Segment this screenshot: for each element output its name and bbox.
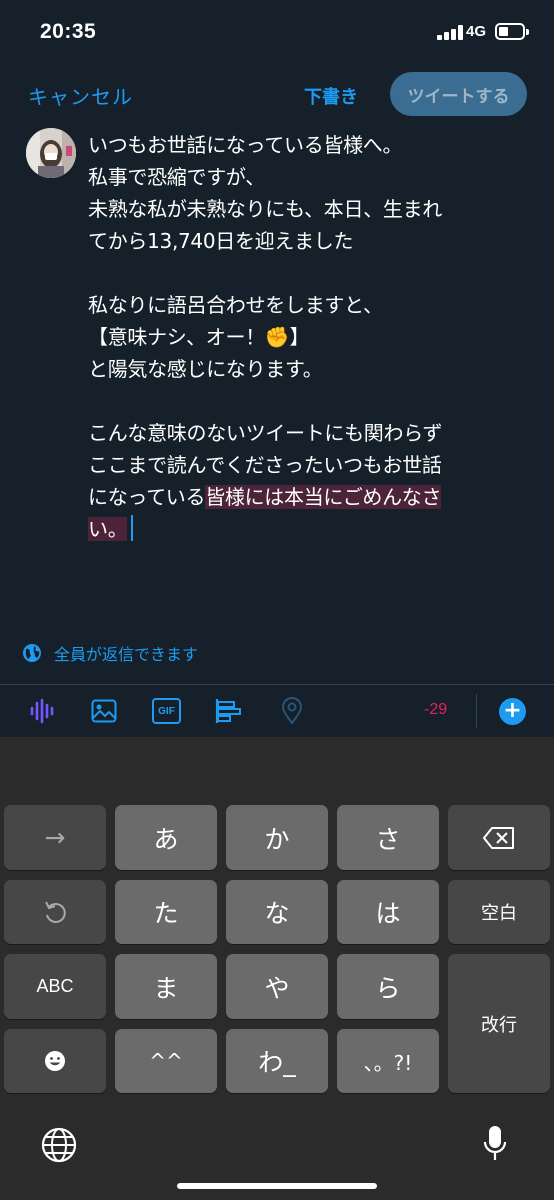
status-time: 20:35 [40,20,97,43]
key-label: ま [153,973,179,1003]
gif-label: GIF [158,705,175,717]
poll-icon[interactable] [214,697,242,725]
key-delete[interactable] [448,805,550,870]
tweet-text-area[interactable]: いつもお世話になっている皆様へ。 私事で恐縮ですが、 未熟な私が未熟なりにも、本… [88,129,528,545]
avatar[interactable] [26,128,76,178]
status-bar: 20:35 4G [0,0,554,64]
tweet-line: になっている皆様には本当にごめんなさ [88,481,528,513]
key-label: ^^ [149,1049,183,1073]
key-label: 、。?! [363,1050,413,1075]
key-space[interactable]: 空白 [448,880,550,944]
key-return[interactable]: 改行 [448,954,550,1093]
key-label: ABC [36,976,74,996]
tweet-line: と陽気な感じになります。 [88,357,323,381]
key-dakuten[interactable]: ^^ [115,1029,217,1093]
reply-setting-label: 全員が返信できます [54,647,199,664]
key-ya[interactable]: や [226,954,328,1019]
key-label: 改行 [481,1014,517,1035]
add-thread-button[interactable]: + [499,698,526,725]
tweet-line: こんな意味のないツイートにも関わらず [88,421,443,445]
network-type: 4G [466,23,487,40]
key-label: な [264,899,290,928]
key-ha[interactable]: は [337,880,439,944]
key-wa[interactable]: わ_ [226,1029,328,1093]
tweet-line: いつもお世話になっている皆様へ。 [88,133,403,157]
tweet-line: 未熟な私が未熟なりにも、本日、生まれ [88,197,442,221]
tweet-line: い。 [88,513,528,545]
key-label: さ [375,824,401,854]
key-ra[interactable]: ら [337,954,439,1019]
key-label: ら [375,973,401,1003]
tweet-text-plain: になっている [88,485,206,509]
gif-icon[interactable]: GIF [152,698,181,724]
tweet-line: 私なりに語呂合わせをしますと、 [88,293,383,317]
key-label: や [264,973,290,1003]
tweet-button[interactable]: ツイートする [390,72,527,116]
key-label: か [264,824,290,854]
drafts-button[interactable]: 下書き [304,83,358,109]
key-label: 空白 [481,903,517,923]
key-label: → [44,823,66,852]
character-counter: -29 [424,701,448,718]
backspace-icon [483,826,514,849]
key-emoji[interactable] [4,1029,106,1093]
tweet-line: てから13,740日を迎えました [88,229,354,253]
divider [0,684,554,685]
key-label: た [153,899,179,928]
tweet-line: 【意味ナシ、オー！✊】 [88,325,310,349]
undo-icon [45,901,66,923]
location-icon[interactable] [278,697,306,725]
globe-keyboard-switch-icon[interactable] [40,1126,78,1164]
key-next-candidate[interactable]: → [4,805,106,870]
signal-icon [437,25,463,40]
cancel-button[interactable]: キャンセル [28,81,133,110]
key-label: あ [153,824,179,854]
toolbar-separator [476,694,477,728]
battery-icon [495,23,529,40]
key-ma[interactable]: ま [115,954,217,1019]
key-label: は [375,899,401,928]
microphone-icon[interactable] [482,1124,508,1166]
tweet-line: 私事で恐縮ですが、 [88,165,265,189]
key-a[interactable]: あ [115,805,217,870]
globe-icon [23,644,41,662]
image-icon[interactable] [90,697,118,725]
key-punctuation[interactable]: 、。?! [337,1029,439,1093]
text-caret [131,515,134,541]
over-limit-text: い。 [88,517,128,541]
key-sa[interactable]: さ [337,805,439,870]
key-abc[interactable]: ABC [4,954,106,1019]
reply-setting[interactable]: 全員が返信できます [22,641,198,665]
key-undo[interactable] [4,880,106,944]
home-indicator [177,1183,377,1189]
emoji-icon [45,1051,65,1071]
audio-wave-icon[interactable] [28,697,56,725]
key-ta[interactable]: た [115,880,217,944]
key-ka[interactable]: か [226,805,328,870]
key-na[interactable]: な [226,880,328,944]
tweet-line: ここまで読んでくださったいつもお世話 [88,453,442,477]
key-label: わ_ [258,1048,296,1077]
over-limit-text: 皆様には本当にごめんなさ [205,485,442,509]
